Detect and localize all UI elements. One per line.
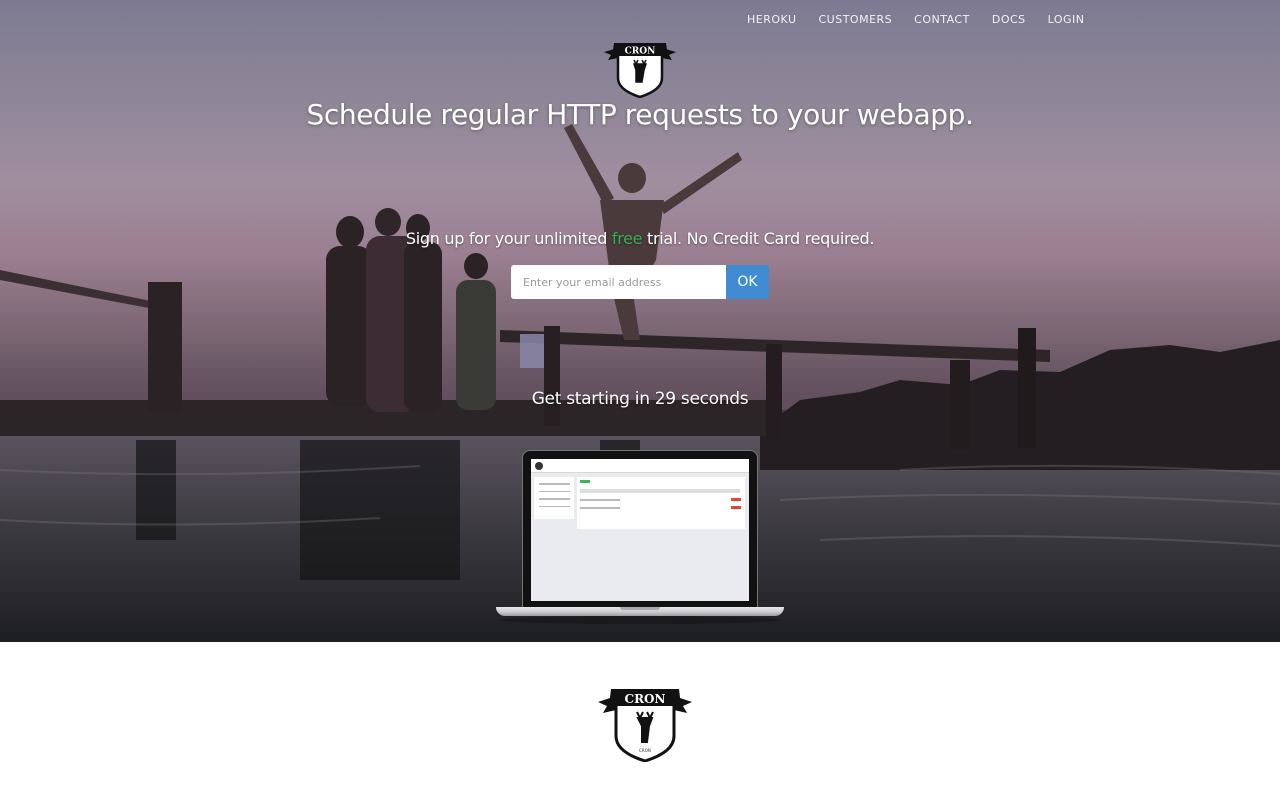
- footer-logo-text: CRON: [625, 692, 666, 706]
- ok-button[interactable]: OK: [726, 265, 769, 299]
- logo-text: CRON: [625, 47, 656, 57]
- top-nav: HEROKU CUSTOMERS CONTACT DOCS LOGIN: [736, 14, 1096, 26]
- nav-link-login[interactable]: LOGIN: [1037, 14, 1096, 26]
- email-input[interactable]: [511, 265, 726, 299]
- free-highlight: free: [611, 229, 643, 248]
- getting-started-text: Get starting in 29 seconds: [531, 389, 749, 409]
- nav-link-contact[interactable]: CONTACT: [903, 14, 981, 26]
- signup-suffix: trial. No Credit Card required.: [642, 229, 875, 248]
- hero-section: HEROKU CUSTOMERS CONTACT DOCS LOGIN CRON…: [0, 0, 1280, 642]
- footer-logo-subtext: CRON: [639, 748, 651, 753]
- nav-link-customers[interactable]: CUSTOMERS: [808, 14, 904, 26]
- laptop-shadow: [500, 616, 780, 624]
- nav-link-heroku[interactable]: HEROKU: [736, 14, 808, 26]
- laptop-notch: [620, 607, 660, 610]
- signup-prefix: Sign up for your unlimited: [405, 229, 612, 248]
- cron-logo-footer: CRON CRON: [598, 689, 692, 762]
- signup-form: OK: [511, 265, 769, 299]
- cron-logo[interactable]: CRON: [602, 40, 678, 98]
- app-screenshot: [531, 459, 749, 601]
- nav-link-docs[interactable]: DOCS: [981, 14, 1037, 26]
- laptop-lid: [522, 450, 758, 608]
- laptop-preview: [496, 450, 784, 626]
- signup-prompt: Sign up for your unlimited free trial. N…: [0, 229, 1280, 248]
- hero-headline: Schedule regular HTTP requests to your w…: [306, 98, 974, 131]
